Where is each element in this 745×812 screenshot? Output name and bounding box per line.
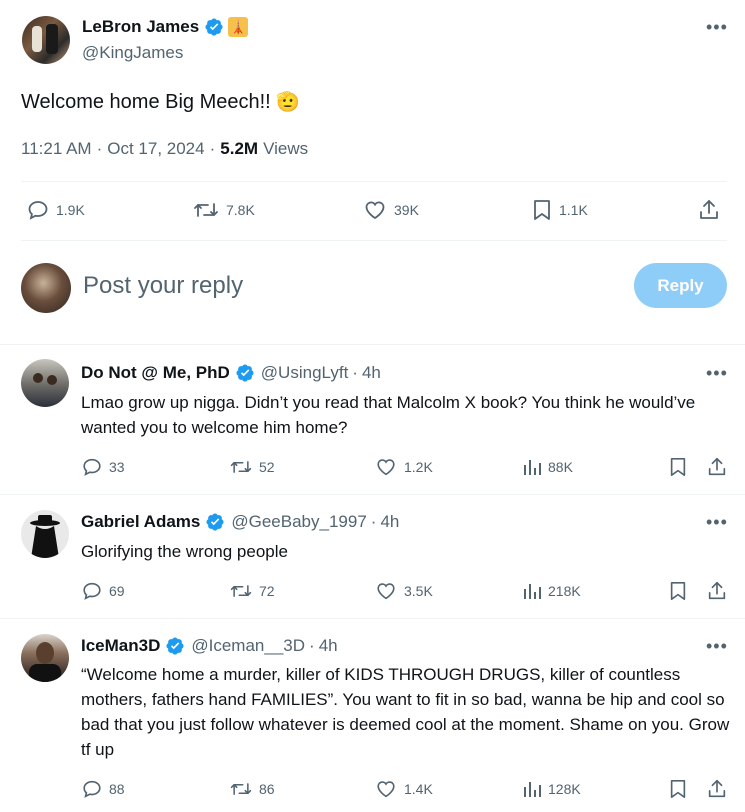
reply-age[interactable]: 4h: [319, 636, 338, 656]
views-action[interactable]: 218K: [522, 580, 581, 602]
repost-icon: [229, 456, 253, 478]
reply-header: Gabriel Adams @GeeBaby_1997 · 4h: [81, 512, 400, 532]
reply-author-name[interactable]: IceMan3D: [81, 636, 160, 656]
like-action[interactable]: 1.2K: [374, 456, 433, 478]
heart-icon: [362, 198, 388, 222]
like-action[interactable]: 1.4K: [374, 778, 433, 800]
reply-action[interactable]: 69: [81, 580, 125, 602]
reply-author-handle[interactable]: @GeeBaby_1997: [231, 512, 366, 532]
reply-text: “Welcome home a murder, killer of KIDS T…: [81, 665, 730, 759]
verified-icon: [205, 512, 225, 532]
tweet-text: Welcome home Big Meech!! 🫡: [21, 91, 300, 113]
reply-action[interactable]: 88: [81, 778, 125, 800]
verified-icon: [165, 636, 185, 656]
reply-button[interactable]: Reply: [634, 263, 727, 308]
repost-action[interactable]: 7.8K: [192, 198, 255, 222]
reply-icon: [81, 778, 103, 800]
tweet-time[interactable]: 11:21 AM: [21, 139, 92, 159]
verified-icon: [235, 363, 255, 383]
reply-author-name[interactable]: Gabriel Adams: [81, 512, 200, 532]
analytics-icon: [522, 778, 542, 800]
bookmark-action[interactable]: 1.1K: [531, 198, 588, 222]
repost-action[interactable]: 52: [229, 456, 275, 478]
reply-icon: [81, 580, 103, 602]
views-action[interactable]: 88K: [522, 456, 573, 478]
author-avatar[interactable]: [22, 16, 70, 64]
analytics-icon: [522, 456, 542, 478]
reply-header: IceMan3D @Iceman__3D · 4h: [81, 636, 338, 656]
reply-icon: [26, 198, 50, 222]
reply-icon: [81, 456, 103, 478]
repost-icon: [229, 778, 253, 800]
share-icon[interactable]: [706, 580, 728, 607]
share-icon[interactable]: [706, 778, 728, 805]
bookmark-icon[interactable]: [668, 580, 688, 607]
bookmark-icon[interactable]: [668, 456, 688, 483]
share-icon[interactable]: [706, 456, 728, 483]
reply-author-handle[interactable]: @Iceman__3D: [191, 636, 305, 656]
reply-input[interactable]: Post your reply: [83, 272, 243, 300]
my-avatar[interactable]: [21, 263, 71, 313]
verified-icon: [204, 17, 224, 37]
analytics-icon: [522, 580, 542, 602]
like-action[interactable]: 39K: [362, 198, 419, 222]
tweet-meta: 11:21 AM · Oct 17, 2024 · 5.2M Views: [21, 139, 309, 159]
more-options-icon[interactable]: •••: [706, 512, 728, 533]
heart-icon: [374, 456, 398, 478]
more-options-icon[interactable]: •••: [706, 363, 728, 384]
repost-action[interactable]: 86: [229, 778, 275, 800]
reply-age[interactable]: 4h: [362, 363, 381, 383]
repost-icon: [192, 198, 220, 222]
bookmark-icon[interactable]: [668, 778, 688, 805]
reply-author-handle[interactable]: @UsingLyft: [261, 363, 349, 383]
like-action[interactable]: 3.5K: [374, 580, 433, 602]
salute-emoji: 🫡: [276, 92, 300, 113]
reply-avatar[interactable]: [21, 359, 69, 407]
heart-icon: [374, 580, 398, 602]
repost-action[interactable]: 72: [229, 580, 275, 602]
views-action[interactable]: 128K: [522, 778, 581, 800]
reply-header: Do Not @ Me, PhD @UsingLyft · 4h: [81, 363, 381, 383]
views-count: 5.2M: [220, 139, 259, 158]
reply-avatar[interactable]: [21, 510, 69, 558]
author-name[interactable]: LeBron James: [82, 17, 199, 37]
reply-action[interactable]: 33: [81, 456, 125, 478]
reply-text: Lmao grow up nigga. Didn’t you read that…: [81, 393, 696, 437]
reply-author-name[interactable]: Do Not @ Me, PhD: [81, 363, 230, 383]
tweet-date[interactable]: Oct 17, 2024: [107, 139, 204, 159]
reply-age[interactable]: 4h: [380, 512, 399, 532]
reply-text: Glorifying the wrong people: [81, 542, 288, 561]
affiliate-badge: 🗼: [228, 17, 249, 37]
views-label: Views: [263, 139, 309, 158]
share-icon[interactable]: [697, 198, 721, 227]
heart-icon: [374, 778, 398, 800]
bookmark-icon: [531, 198, 553, 222]
more-options-icon[interactable]: •••: [706, 636, 728, 657]
reply-action[interactable]: 1.9K: [26, 198, 85, 222]
reply-avatar[interactable]: [21, 634, 69, 682]
author-handle[interactable]: @KingJames: [82, 43, 183, 63]
repost-icon: [229, 580, 253, 602]
more-options-icon[interactable]: •••: [706, 17, 728, 38]
